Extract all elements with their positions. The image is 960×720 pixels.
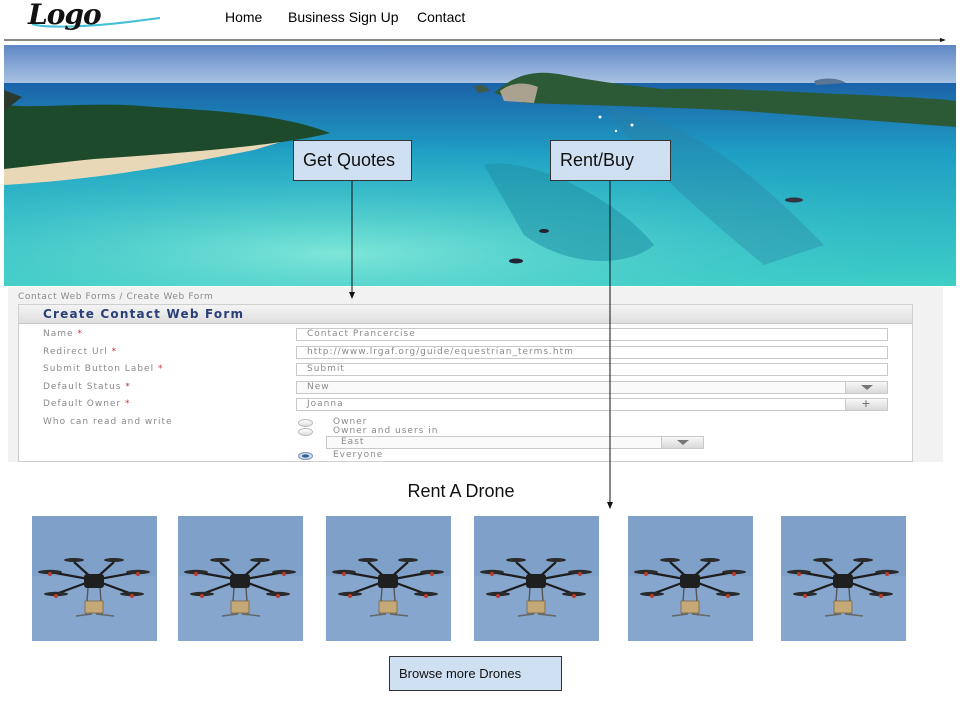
default-status-value: New — [307, 382, 330, 392]
radio-circle[interactable] — [298, 419, 313, 427]
field-label-default-status: Default Status * — [43, 382, 131, 392]
browse-more-drones-button[interactable]: Browse more Drones — [389, 656, 562, 691]
submit-label-field[interactable]: Submit — [296, 363, 888, 376]
field-label-name: Name * — [43, 329, 83, 339]
field-label-permissions: Who can read and write — [43, 417, 173, 427]
form-heading: Create Contact Web Form — [19, 305, 912, 324]
drone-card-5[interactable] — [628, 516, 753, 641]
nav-home[interactable]: Home — [225, 9, 262, 25]
field-label-default-owner: Default Owner * — [43, 399, 131, 409]
drone-card-1[interactable] — [32, 516, 157, 641]
group-select[interactable]: East — [326, 436, 704, 449]
drone-image — [628, 516, 753, 641]
nav-contact[interactable]: Contact — [417, 9, 465, 25]
drone-image — [178, 516, 303, 641]
form-row-name: Name * Contact Prancercise — [19, 327, 914, 344]
default-owner-value: Joanna — [307, 399, 344, 409]
logo[interactable]: Logo — [26, 0, 166, 34]
rent-buy-callout[interactable]: Rent/Buy — [550, 140, 671, 181]
drone-image — [32, 516, 157, 641]
plus-icon[interactable]: + — [845, 399, 887, 410]
drone-card-2[interactable] — [178, 516, 303, 641]
get-quotes-label: Get Quotes — [303, 150, 396, 170]
drone-image — [326, 516, 451, 641]
form-row-submit-label: Submit Button Label * Submit — [19, 362, 914, 379]
radio-circle[interactable] — [298, 428, 313, 436]
chevron-down-icon[interactable] — [845, 382, 887, 393]
drone-card-3[interactable] — [326, 516, 451, 641]
form-row-owner: Default Owner * Joanna + — [19, 397, 914, 414]
drone-card-4[interactable] — [474, 516, 599, 641]
name-field[interactable]: Contact Prancercise — [296, 328, 888, 341]
drone-image — [781, 516, 906, 641]
contact-web-form-preview: Contact Web Forms / Create Web Form Crea… — [8, 287, 943, 462]
hero-image — [4, 45, 956, 286]
drone-image — [474, 516, 599, 641]
get-quotes-callout[interactable]: Get Quotes — [293, 140, 412, 181]
breadcrumb: Contact Web Forms / Create Web Form — [18, 292, 214, 302]
header-divider — [4, 38, 946, 42]
default-owner-field[interactable]: Joanna + — [296, 398, 888, 411]
nav-business-sign-up[interactable]: Business Sign Up — [288, 9, 399, 25]
redirect-url-field[interactable]: http://www.lrgaf.org/guide/equestrian_te… — [296, 346, 888, 359]
form-row-redirect: Redirect Url * http://www.lrgaf.org/guid… — [19, 345, 914, 362]
chevron-down-icon[interactable] — [661, 437, 703, 448]
browse-more-drones-label: Browse more Drones — [399, 666, 522, 681]
drone-card-6[interactable] — [781, 516, 906, 641]
logo-text: Logo — [27, 2, 101, 31]
section-title-rent-drone: Rent A Drone — [407, 481, 515, 501]
field-label-redirect-url: Redirect Url * — [43, 347, 118, 357]
group-select-value: East — [341, 437, 365, 447]
radio-everyone-label: Everyone — [333, 450, 384, 460]
rent-buy-label: Rent/Buy — [560, 150, 635, 170]
default-status-select[interactable]: New — [296, 381, 888, 394]
field-label-submit-button: Submit Button Label * — [43, 364, 164, 374]
radio-circle-selected[interactable] — [298, 452, 313, 460]
radio-owner-users-label: Owner and users in — [333, 426, 439, 436]
form-row-status: Default Status * New — [19, 380, 914, 397]
